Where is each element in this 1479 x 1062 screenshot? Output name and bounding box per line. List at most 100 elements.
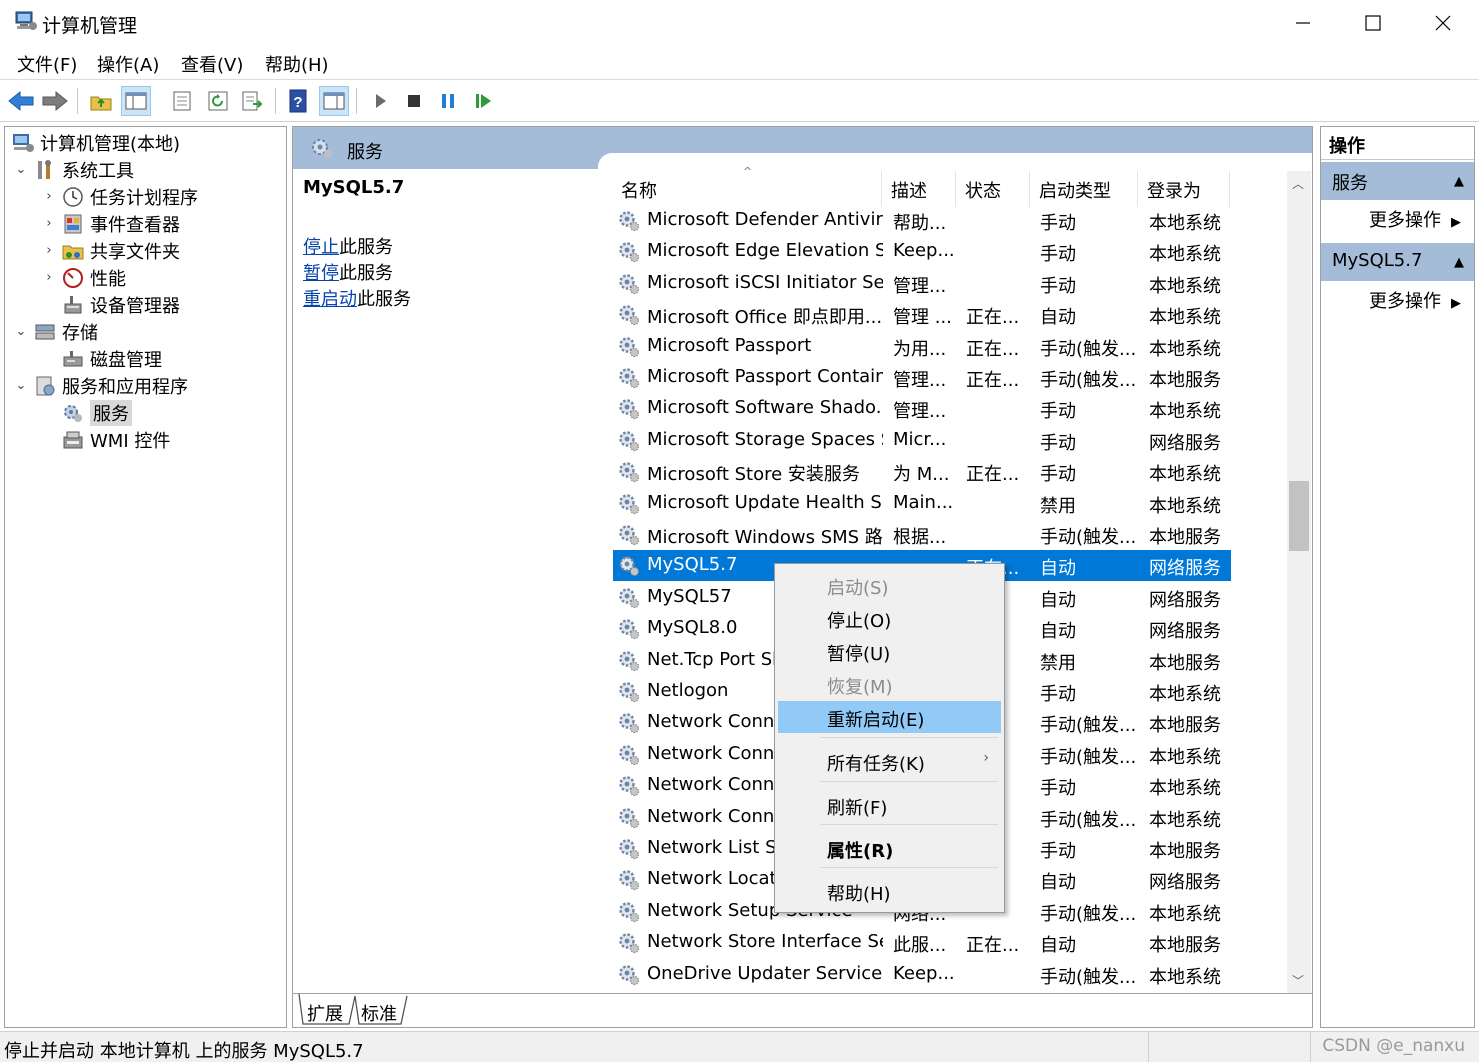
tree-node-task-scheduler[interactable]: › 任务计划程序 [41, 183, 198, 210]
menu-help[interactable]: 帮助(H) [265, 51, 329, 77]
cell-logon-as: 网络服务 [1149, 621, 1221, 643]
table-row[interactable]: Microsoft Passport Container 管理... 正在... 手动… [613, 362, 1231, 393]
table-row[interactable]: Microsoft Defender Antivir... 帮助... 手动 本地系统 [613, 205, 1231, 236]
cell-name: OneDrive Updater Service [647, 962, 883, 984]
column-status[interactable]: 状态 [965, 177, 1001, 203]
expanded-chevron-icon[interactable]: ⌄ [13, 162, 29, 177]
restart-service-link[interactable]: 重启动 [303, 289, 357, 310]
restart-service-button[interactable] [468, 86, 498, 116]
tree-label: WMI 控件 [90, 430, 171, 452]
cell-name: Microsoft Windows SMS 路... [647, 527, 883, 548]
collapse-triangle-icon[interactable]: ▲ [1454, 174, 1464, 189]
table-row[interactable]: Microsoft Update Health S... Main... 禁用 本地系… [613, 488, 1231, 519]
start-service-button[interactable] [365, 86, 395, 116]
cell-name: Microsoft Store 安装服务 [647, 464, 860, 486]
tree-node-shared-folders[interactable]: › 共享文件夹 [41, 237, 180, 264]
tree-node-computer-management[interactable]: 计算机管理(本地) [5, 129, 180, 156]
expanded-chevron-icon[interactable]: ⌄ [13, 324, 29, 339]
context-menu: 启动(S) 停止(O) 暂停(U) 恢复(M) 重新启动(E) 所有任务(K) ›… [774, 563, 1005, 913]
collapsed-chevron-icon[interactable]: › [41, 189, 57, 204]
cell-startup-type: 自动 [1040, 307, 1076, 329]
table-row[interactable]: Microsoft iSCSI Initiator Ser... 管理... 手动 本… [613, 268, 1231, 299]
expanded-chevron-icon[interactable]: ⌄ [13, 378, 29, 393]
column-description[interactable]: 描述 [891, 177, 927, 203]
export-icon [242, 91, 263, 111]
pause-service-link[interactable]: 暂停 [303, 263, 339, 284]
more-actions-services[interactable]: 更多操作 ▶ [1369, 206, 1461, 232]
properties-toolbar-button[interactable] [167, 86, 197, 116]
tree-label: 存储 [62, 322, 98, 344]
pause-service-button[interactable] [433, 86, 463, 116]
table-row[interactable]: Microsoft Office 即点即用... 管理 ... 正在... 自动 本地系… [613, 299, 1231, 330]
tree-node-disk-management[interactable]: 磁盘管理 [41, 345, 162, 372]
show-hide-console-tree-button[interactable] [121, 86, 151, 116]
service-gear-icon [619, 336, 640, 357]
table-row[interactable]: Microsoft Store 安装服务 为 M... 正在... 手动 本地系统 [613, 456, 1231, 487]
tree-node-storage[interactable]: ⌄ 存储 [13, 318, 98, 345]
collapse-triangle-icon[interactable]: ▲ [1454, 255, 1464, 270]
menu-item-properties[interactable]: 属性(R) [778, 833, 1001, 863]
collapsed-chevron-icon[interactable]: › [41, 270, 57, 285]
table-row[interactable]: Microsoft Storage Spaces S... Micr... 手动 网络… [613, 425, 1231, 456]
stop-service-link[interactable]: 停止 [303, 237, 339, 258]
menu-file[interactable]: 文件(F) [17, 51, 77, 77]
table-row[interactable]: Microsoft Windows SMS 路... 根据... 手动(触发... 本… [613, 519, 1231, 550]
tree-label: 服务 [90, 399, 132, 426]
table-row[interactable]: Microsoft Software Shado... 管理... 手动 本地系统 [613, 393, 1231, 424]
tree-node-device-manager[interactable]: 设备管理器 [41, 291, 180, 318]
up-level-button[interactable] [86, 86, 116, 116]
minimize-button[interactable] [1268, 0, 1338, 46]
refresh-toolbar-button[interactable] [203, 86, 233, 116]
service-gear-icon [619, 776, 640, 797]
tree-node-services[interactable]: 服务 [41, 399, 132, 426]
menu-item-stop[interactable]: 停止(O) [778, 603, 1001, 633]
service-gear-icon [619, 462, 640, 483]
show-hide-action-pane-button[interactable] [319, 86, 349, 116]
column-logon-as[interactable]: 登录为 [1147, 177, 1201, 203]
help-toolbar-button[interactable]: ? [283, 86, 313, 116]
table-row[interactable]: OneDrive Updater Service Keep... 手动(触发... 本… [613, 959, 1231, 990]
cell-logon-as: 本地服务 [1149, 841, 1221, 862]
menu-item-pause[interactable]: 暂停(U) [778, 636, 1001, 666]
menu-item-refresh[interactable]: 刷新(F) [778, 790, 1001, 820]
collapsed-chevron-icon[interactable]: › [41, 243, 57, 258]
tree-node-performance[interactable]: › 性能 [41, 264, 126, 291]
stop-service-button[interactable] [399, 86, 429, 116]
tab-standard[interactable]: 标准 [361, 1000, 397, 1026]
vertical-scrollbar[interactable]: ︿ ﹀ [1287, 171, 1311, 993]
tab-extended[interactable]: 扩展 [307, 1000, 343, 1026]
back-button[interactable] [6, 86, 36, 116]
cell-logon-as: 本地服务 [1149, 715, 1221, 737]
column-name[interactable]: 名称 [621, 177, 657, 203]
tree-node-event-viewer[interactable]: › 事件查看器 [41, 210, 180, 237]
scroll-up-icon[interactable]: ︿ [1292, 175, 1304, 192]
table-row[interactable]: Microsoft Edge Elevation S... Keep... 手动 本地… [613, 236, 1231, 267]
restart-service-link-line: 重启动此服务 [303, 289, 411, 310]
cell-startup-type: 禁用 [1040, 652, 1076, 674]
forward-button[interactable] [40, 86, 70, 116]
table-row[interactable]: Microsoft Passport 为用... 正在... 手动(触发... 本地系统 [613, 331, 1231, 362]
menu-item-help[interactable]: 帮助(H) [778, 876, 1001, 906]
pause-icon [442, 94, 454, 108]
maximize-button[interactable] [1338, 0, 1408, 46]
table-row[interactable]: Network Store Interface Se... 此服... 正在... 自… [613, 927, 1231, 958]
tree-label: 共享文件夹 [90, 241, 180, 263]
export-list-button[interactable] [237, 86, 267, 116]
close-button[interactable] [1408, 0, 1478, 46]
menu-view[interactable]: 查看(V) [181, 51, 243, 77]
scrollbar-thumb[interactable] [1289, 481, 1309, 551]
menu-item-all-tasks[interactable]: 所有任务(K) › [778, 746, 1001, 776]
menu-action[interactable]: 操作(A) [97, 51, 159, 77]
menu-item-resume: 恢复(M) [827, 677, 893, 698]
menu-item-restart[interactable]: 重新启动(E) [778, 701, 1001, 733]
toolbar: ? [0, 80, 1479, 122]
tree-node-wmi-control[interactable]: WMI 控件 [41, 426, 170, 453]
collapsed-chevron-icon[interactable]: › [41, 216, 57, 231]
column-startup-type[interactable]: 启动类型 [1039, 177, 1111, 203]
more-actions-mysql[interactable]: 更多操作 ▶ [1369, 287, 1461, 313]
actions-section-services[interactable]: 服务 ▲ [1321, 162, 1474, 200]
scroll-down-icon[interactable]: ﹀ [1292, 972, 1304, 989]
tree-node-services-and-apps[interactable]: ⌄ 服务和应用程序 [13, 372, 188, 399]
tree-node-system-tools[interactable]: ⌄ 系统工具 [13, 156, 134, 183]
actions-section-mysql[interactable]: MySQL5.7 ▲ [1321, 243, 1474, 281]
